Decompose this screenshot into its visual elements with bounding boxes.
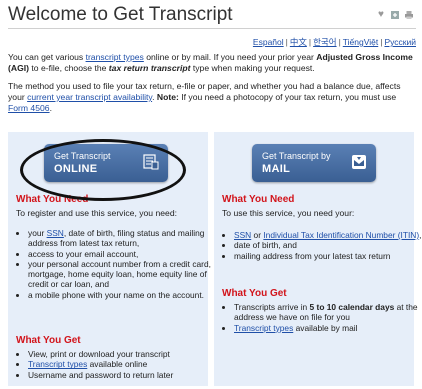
language-links: Español | 中文 | 한국어 | TiếngViệt | Русский <box>252 37 416 47</box>
mail-panel: Get Transcript by MAIL What You Need To … <box>214 132 421 386</box>
online-get-list: View, print or download your transcript … <box>16 349 218 380</box>
mail-get-list: Transcripts arrive in 5 to 10 calendar d… <box>222 302 422 333</box>
intro-paragraph-2: The method you used to file your tax ret… <box>8 81 401 113</box>
heart-icon[interactable]: ♥ <box>376 10 386 20</box>
mail-get-heading: What You Get <box>222 288 287 299</box>
list-item: mailing address from your latest tax ret… <box>234 251 422 261</box>
intro-paragraph-1: You can get various transcript types onl… <box>8 52 413 73</box>
list-item: Transcripts arrive in 5 to 10 calendar d… <box>234 302 422 323</box>
lang-vietnamese[interactable]: TiếngViệt <box>343 37 378 47</box>
ssn-link[interactable]: SSN <box>234 230 251 240</box>
transcript-types-link[interactable]: transcript types <box>86 52 144 62</box>
lang-chinese[interactable]: 中文 <box>290 37 307 47</box>
share-icon[interactable] <box>390 10 400 20</box>
title-divider <box>8 28 416 29</box>
online-need-list: your SSN, date of birth, filing status a… <box>16 228 218 300</box>
lang-russian[interactable]: Русский <box>384 37 416 47</box>
transcript-types-online-link[interactable]: Transcript types <box>28 359 87 369</box>
mail-icon <box>352 155 366 169</box>
page-title: Welcome to Get Transcript <box>8 4 233 25</box>
form-4506-link[interactable]: Form 4506 <box>8 103 50 113</box>
list-item: Username and password to return later <box>28 370 218 380</box>
list-item: access to your email account, <box>28 249 218 259</box>
get-transcript-mail-button[interactable]: Get Transcript by MAIL <box>252 144 376 182</box>
transcript-types-mail-link[interactable]: Transcript types <box>234 323 293 333</box>
online-get-heading: What You Get <box>16 335 81 346</box>
mail-button-line2: MAIL <box>262 163 291 175</box>
list-item: a mobile phone with your name on the acc… <box>28 290 218 300</box>
list-item: your personal account number from a cred… <box>28 259 218 290</box>
utility-icons: ♥ <box>376 10 414 20</box>
mail-need-list: SSN or Individual Tax Identification Num… <box>222 230 422 261</box>
highlight-ellipse <box>20 139 186 201</box>
lang-spanish[interactable]: Español <box>253 37 284 47</box>
print-icon[interactable] <box>404 10 414 20</box>
mail-need-heading: What You Need <box>222 194 295 205</box>
online-need-intro: To register and use this service, you ne… <box>16 208 177 218</box>
mail-button-line1: Get Transcript by <box>262 151 331 161</box>
itin-link[interactable]: Individual Tax Identification Number (IT… <box>263 230 419 240</box>
lang-korean[interactable]: 한국어 <box>313 37 336 47</box>
list-item: Transcript types available by mail <box>234 323 422 333</box>
list-item: your SSN, date of birth, filing status a… <box>28 228 218 249</box>
title-row: Welcome to Get Transcript ♥ <box>8 4 416 28</box>
current-year-availability-link[interactable]: current year transcript availability <box>27 92 152 102</box>
mail-need-intro: To use this service, you need your: <box>222 208 355 218</box>
list-item: Transcript types available online <box>28 359 218 369</box>
list-item: SSN or Individual Tax Identification Num… <box>234 230 422 240</box>
list-item: View, print or download your transcript <box>28 349 218 359</box>
list-item: date of birth, and <box>234 240 422 250</box>
intro-text: You can get various transcript types onl… <box>8 52 418 121</box>
ssn-link[interactable]: SSN <box>47 228 64 238</box>
